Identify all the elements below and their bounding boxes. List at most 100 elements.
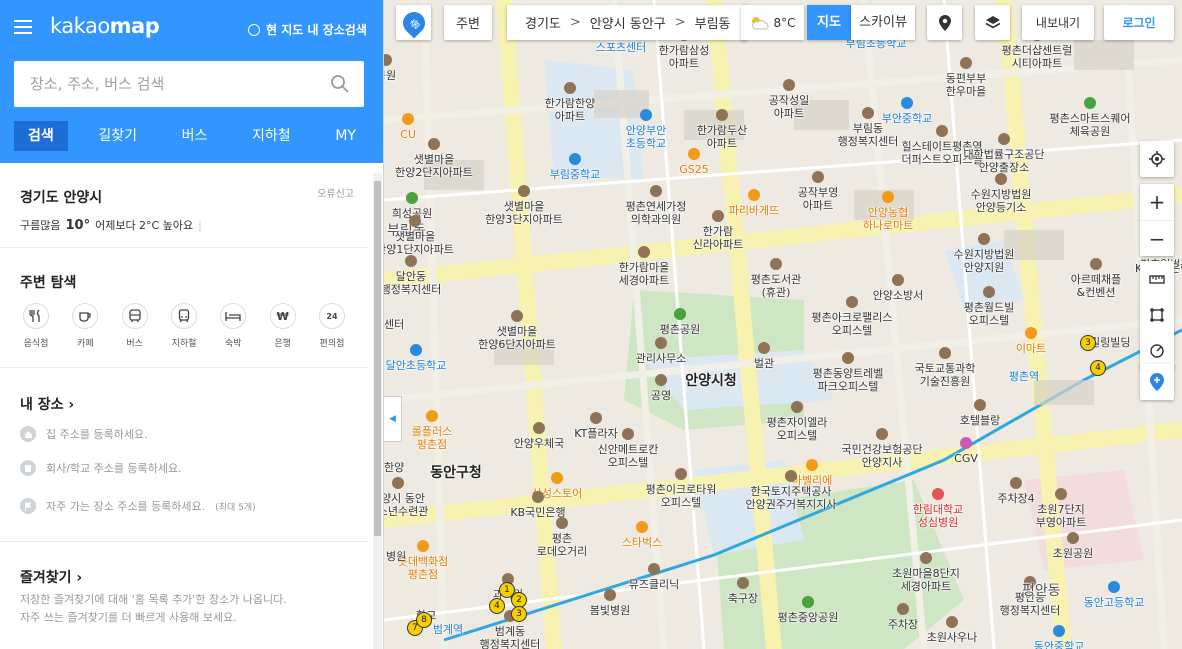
poi-marker-icon[interactable] [655, 374, 667, 386]
map-place-label[interactable]: 국토교통과학 기술진흥원 [915, 362, 976, 388]
poi-marker-icon[interactable] [428, 138, 440, 150]
poi-marker-icon[interactable] [901, 97, 913, 109]
departure-button[interactable]: 출 [396, 5, 431, 40]
poi-marker-icon[interactable] [960, 437, 972, 449]
category-convenience-store[interactable]: 24 편의점 [310, 303, 354, 349]
poi-marker-icon[interactable] [650, 185, 662, 197]
zoom-in-button[interactable]: + [1140, 184, 1174, 220]
poi-marker-icon[interactable] [716, 109, 728, 121]
poi-marker-icon[interactable] [939, 347, 951, 359]
poi-marker-icon[interactable] [648, 563, 660, 575]
map-place-label[interactable]: 범계동 행정복지센터 [480, 625, 541, 649]
distance-tool-button[interactable] [1140, 261, 1174, 297]
map-place-label[interactable]: 롤플러스 평촌점 [412, 425, 452, 451]
map-place-label[interactable]: 한가람두산 아파트 [697, 124, 748, 150]
map-place-label[interactable]: 초원공원 [1053, 547, 1093, 560]
panel-scrollbar[interactable] [373, 173, 382, 649]
poi-marker-icon[interactable] [783, 79, 795, 91]
map-place-label[interactable]: 안양시 동안 청소년수련관 [384, 492, 428, 518]
my-place-work[interactable]: 회사/학교 주소를 등록하세요. [20, 460, 182, 476]
poi-marker-icon[interactable] [533, 422, 545, 434]
tab-search[interactable]: 검색 [14, 121, 68, 151]
poi-marker-icon[interactable] [590, 412, 602, 424]
poi-marker-icon[interactable] [936, 125, 948, 137]
map-place-label[interactable]: 공영 [651, 389, 671, 402]
skyview-button[interactable]: 스카이뷰 [851, 5, 915, 40]
map-place-label[interactable]: 벌관 [754, 357, 774, 370]
map-place-label[interactable]: 뮤즈클리닉 [629, 578, 680, 591]
map-place-label[interactable]: 주차장4 [997, 492, 1034, 505]
poi-marker-icon[interactable] [622, 428, 634, 440]
poi-marker-icon[interactable] [995, 173, 1007, 185]
map-place-label[interactable]: 평촌아크로팰리스 오피스텔 [812, 311, 893, 337]
map-place-label[interactable]: 평촌도서관 (휴관) [751, 273, 802, 299]
poi-marker-icon[interactable] [1053, 625, 1065, 637]
map-place-label[interactable]: 이마트 [1016, 342, 1046, 355]
poi-marker-icon[interactable] [960, 57, 972, 69]
map-place-label[interactable]: KB국민은행 [510, 506, 565, 519]
map-place-label[interactable]: 아르떼채플 &컨벤션 [1071, 273, 1122, 299]
map-place-label[interactable]: 한가람마을 세경아파트 [619, 261, 670, 287]
zoom-out-button[interactable]: − [1140, 220, 1174, 256]
report-error-link[interactable]: 오류신고 [317, 185, 354, 200]
poi-marker-icon[interactable] [1108, 581, 1120, 593]
map-place-label[interactable]: 한가람 신라아파트 [693, 225, 744, 251]
map-place-label[interactable]: 파리바게뜨 [729, 204, 780, 217]
poi-marker-icon[interactable] [806, 459, 818, 471]
map-place-label[interactable]: 샛별마을 한양6단지아파트 [478, 325, 556, 351]
poi-marker-icon[interactable] [785, 470, 797, 482]
poi-marker-icon[interactable] [511, 310, 523, 322]
poi-marker-icon[interactable] [551, 472, 563, 484]
poi-marker-icon[interactable] [426, 410, 438, 422]
map-place-label[interactable]: 공원 [384, 69, 396, 82]
poi-marker-icon[interactable] [675, 468, 687, 480]
map-place-label[interactable]: 센터 [384, 318, 404, 331]
category-bus[interactable]: 버스 [113, 303, 157, 349]
kakaomap-logo[interactable]: kakaomap [50, 14, 160, 38]
poi-marker-icon[interactable] [417, 540, 429, 552]
category-cafe[interactable]: 카페 [63, 303, 107, 349]
poi-marker-icon[interactable] [655, 337, 667, 349]
poi-marker-icon[interactable] [876, 428, 888, 440]
location-pin-button[interactable] [927, 5, 962, 40]
poi-marker-icon[interactable] [636, 521, 648, 533]
map-place-label[interactable]: 평촌공원 [660, 323, 700, 336]
scrollbar-thumb[interactable] [374, 181, 381, 536]
map-place-label[interactable]: 평촌이크로타워 오피스텔 [646, 483, 717, 509]
current-location-button[interactable] [1140, 141, 1174, 177]
category-subway[interactable]: 지하철 [162, 303, 206, 349]
map-place-label[interactable]: 초원마을8단지 세경아파트 [892, 567, 960, 593]
tab-my[interactable]: MY [321, 121, 370, 151]
map-type-button[interactable]: 지도 [807, 5, 851, 40]
category-lodging[interactable]: 숙박 [211, 303, 255, 349]
poi-marker-icon[interactable] [1084, 97, 1096, 109]
export-button[interactable]: 내보내기 [1022, 5, 1094, 40]
poi-marker-icon[interactable] [604, 589, 616, 601]
map-place-label[interactable]: 샛별마을 한양3단지아파트 [485, 200, 563, 226]
nearby-search-toggle[interactable]: 현 지도 내 장소검색 [248, 21, 367, 38]
category-bank[interactable]: ₩ 은행 [261, 303, 305, 349]
poi-marker-icon[interactable] [638, 246, 650, 258]
poi-marker-icon[interactable] [392, 477, 404, 489]
poi-marker-icon[interactable] [974, 399, 986, 411]
poi-marker-icon[interactable] [564, 82, 576, 94]
poi-marker-icon[interactable] [882, 191, 894, 203]
poi-marker-icon[interactable] [758, 342, 770, 354]
poi-marker-icon[interactable] [978, 233, 990, 245]
category-restaurant[interactable]: 음식점 [14, 303, 58, 349]
map-place-label[interactable]: 안양시청 [685, 374, 737, 388]
map-place-label[interactable]: 국민건강보험공단 안양지사 [842, 443, 923, 469]
login-button[interactable]: 로그인 [1104, 5, 1174, 40]
poi-marker-icon[interactable] [920, 552, 932, 564]
map-place-label[interactable]: 주차장 [888, 618, 918, 631]
breadcrumb-dong[interactable]: 부림동 [695, 13, 731, 32]
map-place-label[interactable]: 한가람삼성 아파트 [659, 44, 710, 70]
map-place-label[interactable]: 병원 [386, 550, 406, 563]
map-place-label[interactable]: 평촌더샵센트럴 시티아파트 [1002, 44, 1073, 70]
map-place-label[interactable]: GS25 [679, 163, 709, 176]
poi-marker-icon[interactable] [983, 286, 995, 298]
map-place-label[interactable]: 평촌 로데오거리 [537, 532, 588, 558]
poi-marker-icon[interactable] [712, 210, 724, 222]
map-place-label[interactable]: 달안초등학교 [386, 359, 447, 372]
poi-marker-icon[interactable] [932, 488, 944, 500]
